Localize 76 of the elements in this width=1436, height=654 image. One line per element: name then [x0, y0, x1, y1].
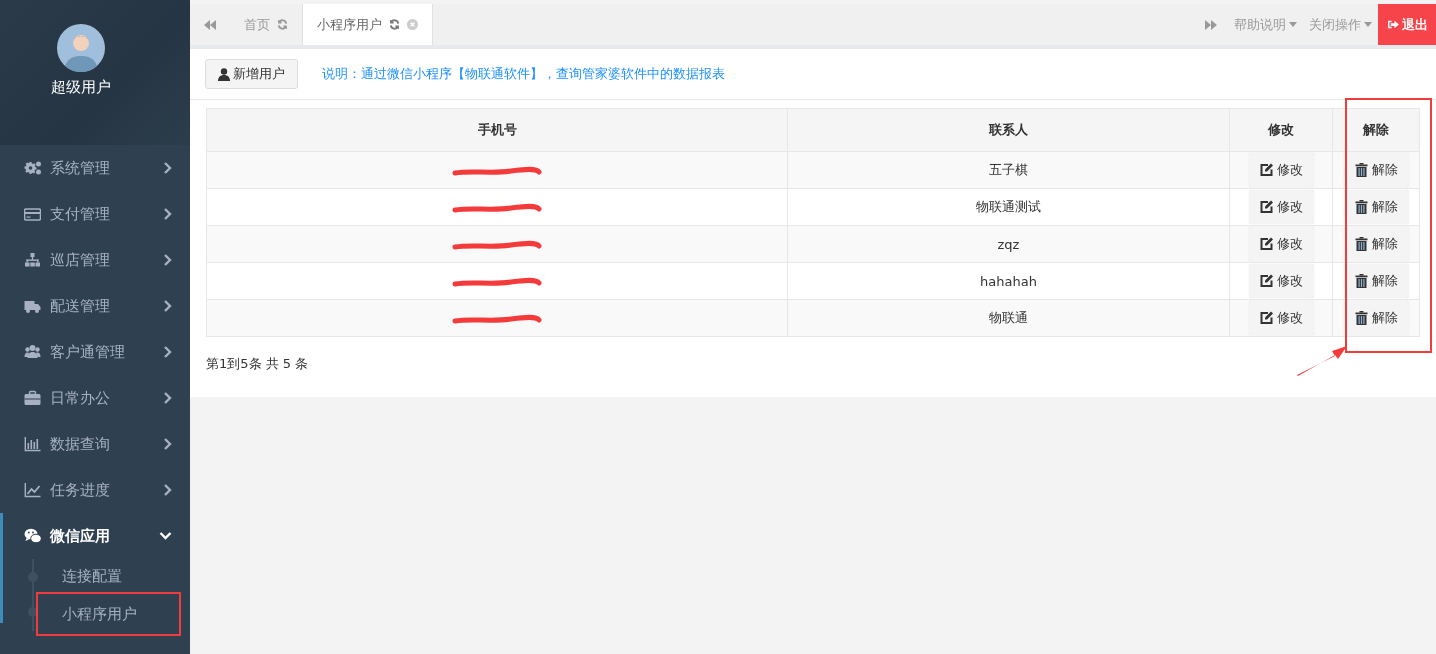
caret-icon	[1364, 22, 1372, 27]
card-icon	[24, 206, 41, 222]
table-cell: 物联通	[787, 299, 1230, 337]
trash-icon	[1354, 274, 1368, 288]
chevron-right-icon	[163, 392, 172, 404]
menu-item[interactable]: 数据查询	[0, 421, 190, 467]
refresh-icon[interactable]	[389, 19, 400, 30]
edit-button[interactable]: 修改	[1248, 190, 1314, 224]
tab[interactable]: 小程序用户	[303, 4, 433, 45]
add-user-button[interactable]: 新增用户	[205, 59, 298, 89]
table-cell: zqz	[787, 225, 1230, 263]
trash-icon	[1354, 200, 1368, 214]
chevron-right-icon	[163, 300, 172, 312]
chevron-right-icon	[163, 208, 172, 220]
caret-icon	[1289, 22, 1297, 27]
briefcase-icon	[24, 390, 41, 406]
edit-icon	[1259, 237, 1273, 251]
users-icon	[24, 344, 41, 360]
fast-forward-icon[interactable]	[1205, 19, 1217, 30]
user-name: 超级用户	[51, 78, 111, 97]
table-cell: 五子棋	[787, 151, 1230, 189]
line-chart-icon	[24, 482, 41, 498]
menu-item[interactable]: 配送管理	[0, 283, 190, 329]
edit-icon	[1259, 274, 1273, 288]
logout-button[interactable]: 退出	[1378, 4, 1436, 45]
remove-button[interactable]: 解除	[1343, 190, 1409, 224]
trash-icon	[1354, 311, 1368, 325]
chevron-right-icon	[163, 438, 172, 450]
menu-item[interactable]: 日常办公	[0, 375, 190, 421]
close-icon[interactable]	[407, 19, 418, 30]
chevron-right-icon	[163, 346, 172, 358]
remove-button[interactable]: 解除	[1343, 153, 1409, 187]
submenu-item[interactable]: 小程序用户	[38, 594, 179, 634]
chevron-down-icon	[159, 530, 172, 542]
chevron-right-icon	[163, 254, 172, 266]
timeline-drawing	[28, 559, 38, 631]
edit-button[interactable]: 修改	[1248, 264, 1314, 298]
trash-icon	[1354, 163, 1368, 177]
sitemap-icon	[24, 252, 41, 268]
edit-icon	[1259, 163, 1273, 177]
menu-item[interactable]: 支付管理	[0, 191, 190, 237]
sign-out-icon	[1388, 19, 1399, 30]
table-cell: hahahah	[787, 262, 1230, 300]
menu-item[interactable]: 客户通管理	[0, 329, 190, 375]
rewind-icon[interactable]	[204, 19, 216, 30]
column-header: 手机号	[206, 108, 788, 152]
menu-item[interactable]: 系统管理	[0, 145, 190, 191]
remove-button[interactable]: 解除	[1343, 264, 1409, 298]
menu-item[interactable]: 任务进度	[0, 467, 190, 513]
chevron-right-icon	[163, 484, 172, 496]
column-header: 联系人	[787, 108, 1230, 152]
chat-icon	[24, 528, 41, 544]
gears-icon	[24, 160, 41, 176]
trash-icon	[1354, 237, 1368, 251]
table-cell: 物联通测试	[787, 188, 1230, 226]
column-header: 修改	[1229, 108, 1333, 152]
pagination-info: 第1到5条 共 5 条	[206, 356, 309, 371]
user-icon	[218, 67, 230, 81]
bar-chart-icon	[24, 436, 41, 452]
avatar	[57, 24, 105, 72]
edit-button[interactable]: 修改	[1248, 153, 1314, 187]
edit-button[interactable]: 修改	[1248, 301, 1314, 335]
dropdown-menu[interactable]: 关闭操作	[1303, 4, 1378, 45]
dropdown-menu[interactable]: 帮助说明	[1228, 4, 1303, 45]
edit-button[interactable]: 修改	[1248, 227, 1314, 261]
edit-icon	[1259, 200, 1273, 214]
submenu-item[interactable]: 连接配置	[62, 566, 122, 586]
remove-button[interactable]: 解除	[1343, 301, 1409, 335]
truck-icon	[24, 298, 41, 314]
chevron-right-icon	[163, 162, 172, 174]
remove-button[interactable]: 解除	[1343, 227, 1409, 261]
edit-icon	[1259, 311, 1273, 325]
menu-item[interactable]: 巡店管理	[0, 237, 190, 283]
refresh-icon[interactable]	[277, 19, 288, 30]
column-header: 解除	[1332, 108, 1420, 152]
info-note: 说明：通过微信小程序【物联通软件】，查询管家婆软件中的数据报表	[322, 65, 725, 83]
